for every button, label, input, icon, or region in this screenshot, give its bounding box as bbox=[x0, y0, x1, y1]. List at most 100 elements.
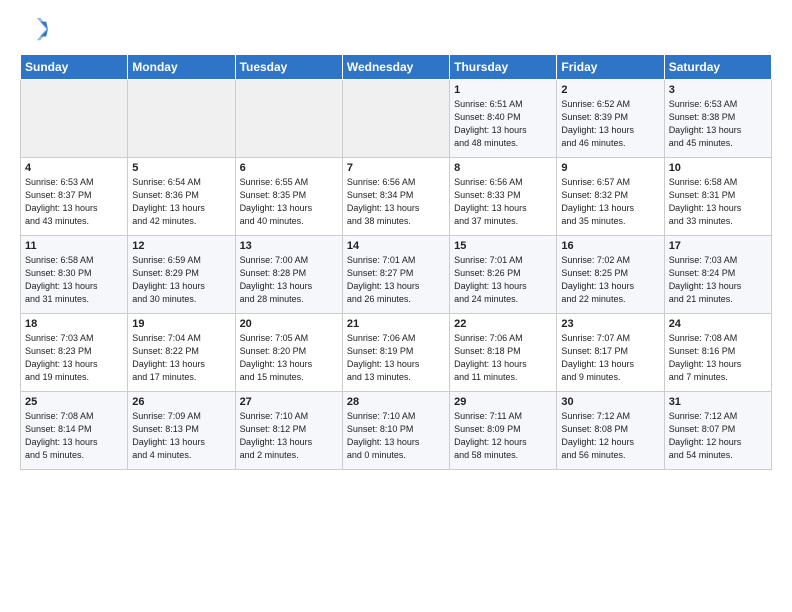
day-info: Sunrise: 7:06 AM Sunset: 8:18 PM Dayligh… bbox=[454, 332, 552, 384]
day-info: Sunrise: 7:07 AM Sunset: 8:17 PM Dayligh… bbox=[561, 332, 659, 384]
day-info: Sunrise: 7:05 AM Sunset: 8:20 PM Dayligh… bbox=[240, 332, 338, 384]
day-info: Sunrise: 6:59 AM Sunset: 8:29 PM Dayligh… bbox=[132, 254, 230, 306]
day-number: 17 bbox=[669, 240, 767, 252]
day-number: 10 bbox=[669, 162, 767, 174]
day-number: 2 bbox=[561, 84, 659, 96]
weekday-header-monday: Monday bbox=[128, 55, 235, 80]
day-number: 25 bbox=[25, 396, 123, 408]
day-number: 1 bbox=[454, 84, 552, 96]
day-number: 15 bbox=[454, 240, 552, 252]
day-info: Sunrise: 7:08 AM Sunset: 8:14 PM Dayligh… bbox=[25, 410, 123, 462]
day-info: Sunrise: 6:55 AM Sunset: 8:35 PM Dayligh… bbox=[240, 176, 338, 228]
calendar-cell: 12 Sunrise: 6:59 AM Sunset: 8:29 PM Dayli… bbox=[128, 236, 235, 314]
calendar-cell: 28 Sunrise: 7:10 AM Sunset: 8:10 PM Dayli… bbox=[342, 392, 449, 470]
day-number: 27 bbox=[240, 396, 338, 408]
calendar-cell bbox=[235, 80, 342, 158]
day-info: Sunrise: 6:53 AM Sunset: 8:38 PM Dayligh… bbox=[669, 98, 767, 150]
day-info: Sunrise: 7:02 AM Sunset: 8:25 PM Dayligh… bbox=[561, 254, 659, 306]
day-info: Sunrise: 7:06 AM Sunset: 8:19 PM Dayligh… bbox=[347, 332, 445, 384]
day-info: Sunrise: 7:08 AM Sunset: 8:16 PM Dayligh… bbox=[669, 332, 767, 384]
day-number: 14 bbox=[347, 240, 445, 252]
day-info: Sunrise: 7:00 AM Sunset: 8:28 PM Dayligh… bbox=[240, 254, 338, 306]
day-info: Sunrise: 7:01 AM Sunset: 8:26 PM Dayligh… bbox=[454, 254, 552, 306]
day-number: 4 bbox=[25, 162, 123, 174]
calendar-cell: 19Sunrise: 7:04 AM Sunset: 8:22 PM Dayli… bbox=[128, 314, 235, 392]
day-number: 13 bbox=[240, 240, 338, 252]
calendar-cell: 29 Sunrise: 7:11 AM Sunset: 8:09 PM Dayli… bbox=[450, 392, 557, 470]
header bbox=[20, 16, 772, 44]
day-number: 31 bbox=[669, 396, 767, 408]
day-info: Sunrise: 6:52 AM Sunset: 8:39 PM Dayligh… bbox=[561, 98, 659, 150]
day-number: 18 bbox=[25, 318, 123, 330]
calendar-cell: 14 Sunrise: 7:01 AM Sunset: 8:27 PM Dayli… bbox=[342, 236, 449, 314]
calendar-cell: 2 Sunrise: 6:52 AM Sunset: 8:39 PM Daylig… bbox=[557, 80, 664, 158]
calendar-cell: 20 Sunrise: 7:05 AM Sunset: 8:20 PM Dayli… bbox=[235, 314, 342, 392]
day-number: 29 bbox=[454, 396, 552, 408]
day-number: 22 bbox=[454, 318, 552, 330]
day-info: Sunrise: 7:03 AM Sunset: 8:24 PM Dayligh… bbox=[669, 254, 767, 306]
calendar-cell: 5 Sunrise: 6:54 AM Sunset: 8:36 PM Daylig… bbox=[128, 158, 235, 236]
calendar-cell: 18 Sunrise: 7:03 AM Sunset: 8:23 PM Dayli… bbox=[21, 314, 128, 392]
day-number: 16 bbox=[561, 240, 659, 252]
week-row-3: 18 Sunrise: 7:03 AM Sunset: 8:23 PM Dayli… bbox=[21, 314, 772, 392]
day-number: 12 bbox=[132, 240, 230, 252]
day-number: 21 bbox=[347, 318, 445, 330]
day-info: Sunrise: 6:58 AM Sunset: 8:30 PM Dayligh… bbox=[25, 254, 123, 306]
weekday-header-row: SundayMondayTuesdayWednesdayThursdayFrid… bbox=[21, 55, 772, 80]
day-number: 23 bbox=[561, 318, 659, 330]
day-number: 24 bbox=[669, 318, 767, 330]
day-number: 8 bbox=[454, 162, 552, 174]
calendar-cell: 26 Sunrise: 7:09 AM Sunset: 8:13 PM Dayli… bbox=[128, 392, 235, 470]
day-info: Sunrise: 7:10 AM Sunset: 8:10 PM Dayligh… bbox=[347, 410, 445, 462]
day-number: 7 bbox=[347, 162, 445, 174]
calendar-cell bbox=[128, 80, 235, 158]
calendar-cell: 21 Sunrise: 7:06 AM Sunset: 8:19 PM Dayli… bbox=[342, 314, 449, 392]
day-number: 19 bbox=[132, 318, 230, 330]
calendar-cell: 4 Sunrise: 6:53 AM Sunset: 8:37 PM Daylig… bbox=[21, 158, 128, 236]
calendar-cell: 16 Sunrise: 7:02 AM Sunset: 8:25 PM Dayli… bbox=[557, 236, 664, 314]
weekday-header-saturday: Saturday bbox=[664, 55, 771, 80]
weekday-header-thursday: Thursday bbox=[450, 55, 557, 80]
calendar-cell: 27 Sunrise: 7:10 AM Sunset: 8:12 PM Dayli… bbox=[235, 392, 342, 470]
calendar-cell: 25 Sunrise: 7:08 AM Sunset: 8:14 PM Dayli… bbox=[21, 392, 128, 470]
day-info: Sunrise: 7:01 AM Sunset: 8:27 PM Dayligh… bbox=[347, 254, 445, 306]
day-info: Sunrise: 7:10 AM Sunset: 8:12 PM Dayligh… bbox=[240, 410, 338, 462]
week-row-4: 25 Sunrise: 7:08 AM Sunset: 8:14 PM Dayli… bbox=[21, 392, 772, 470]
weekday-header-sunday: Sunday bbox=[21, 55, 128, 80]
weekday-header-tuesday: Tuesday bbox=[235, 55, 342, 80]
day-info: Sunrise: 6:56 AM Sunset: 8:34 PM Dayligh… bbox=[347, 176, 445, 228]
day-number: 30 bbox=[561, 396, 659, 408]
calendar-cell: 1 Sunrise: 6:51 AM Sunset: 8:40 PM Daylig… bbox=[450, 80, 557, 158]
day-number: 28 bbox=[347, 396, 445, 408]
calendar-cell bbox=[21, 80, 128, 158]
calendar-cell: 31 Sunrise: 7:12 AM Sunset: 8:07 PM Dayli… bbox=[664, 392, 771, 470]
day-number: 20 bbox=[240, 318, 338, 330]
day-info: Sunrise: 6:51 AM Sunset: 8:40 PM Dayligh… bbox=[454, 98, 552, 150]
week-row-0: 1 Sunrise: 6:51 AM Sunset: 8:40 PM Daylig… bbox=[21, 80, 772, 158]
day-number: 11 bbox=[25, 240, 123, 252]
day-info: Sunrise: 6:54 AM Sunset: 8:36 PM Dayligh… bbox=[132, 176, 230, 228]
calendar-cell: 23 Sunrise: 7:07 AM Sunset: 8:17 PM Dayli… bbox=[557, 314, 664, 392]
calendar-cell: 22 Sunrise: 7:06 AM Sunset: 8:18 PM Dayli… bbox=[450, 314, 557, 392]
page: SundayMondayTuesdayWednesdayThursdayFrid… bbox=[0, 0, 792, 482]
day-info: Sunrise: 7:12 AM Sunset: 8:08 PM Dayligh… bbox=[561, 410, 659, 462]
day-info: Sunrise: 7:12 AM Sunset: 8:07 PM Dayligh… bbox=[669, 410, 767, 462]
calendar-cell: 17 Sunrise: 7:03 AM Sunset: 8:24 PM Dayli… bbox=[664, 236, 771, 314]
calendar-cell: 6 Sunrise: 6:55 AM Sunset: 8:35 PM Daylig… bbox=[235, 158, 342, 236]
calendar-cell: 8Sunrise: 6:56 AM Sunset: 8:33 PM Daylig… bbox=[450, 158, 557, 236]
day-info: Sunrise: 6:58 AM Sunset: 8:31 PM Dayligh… bbox=[669, 176, 767, 228]
calendar-cell: 7 Sunrise: 6:56 AM Sunset: 8:34 PM Daylig… bbox=[342, 158, 449, 236]
day-number: 6 bbox=[240, 162, 338, 174]
day-info: Sunrise: 7:11 AM Sunset: 8:09 PM Dayligh… bbox=[454, 410, 552, 462]
weekday-header-wednesday: Wednesday bbox=[342, 55, 449, 80]
day-info: Sunrise: 6:53 AM Sunset: 8:37 PM Dayligh… bbox=[25, 176, 123, 228]
day-info: Sunrise: 7:09 AM Sunset: 8:13 PM Dayligh… bbox=[132, 410, 230, 462]
day-info: Sunrise: 6:57 AM Sunset: 8:32 PM Dayligh… bbox=[561, 176, 659, 228]
day-number: 5 bbox=[132, 162, 230, 174]
day-number: 3 bbox=[669, 84, 767, 96]
calendar-cell: 24 Sunrise: 7:08 AM Sunset: 8:16 PM Dayli… bbox=[664, 314, 771, 392]
day-number: 26 bbox=[132, 396, 230, 408]
logo-icon bbox=[20, 16, 48, 44]
calendar-cell: 15 Sunrise: 7:01 AM Sunset: 8:26 PM Dayli… bbox=[450, 236, 557, 314]
day-info: Sunrise: 7:03 AM Sunset: 8:23 PM Dayligh… bbox=[25, 332, 123, 384]
